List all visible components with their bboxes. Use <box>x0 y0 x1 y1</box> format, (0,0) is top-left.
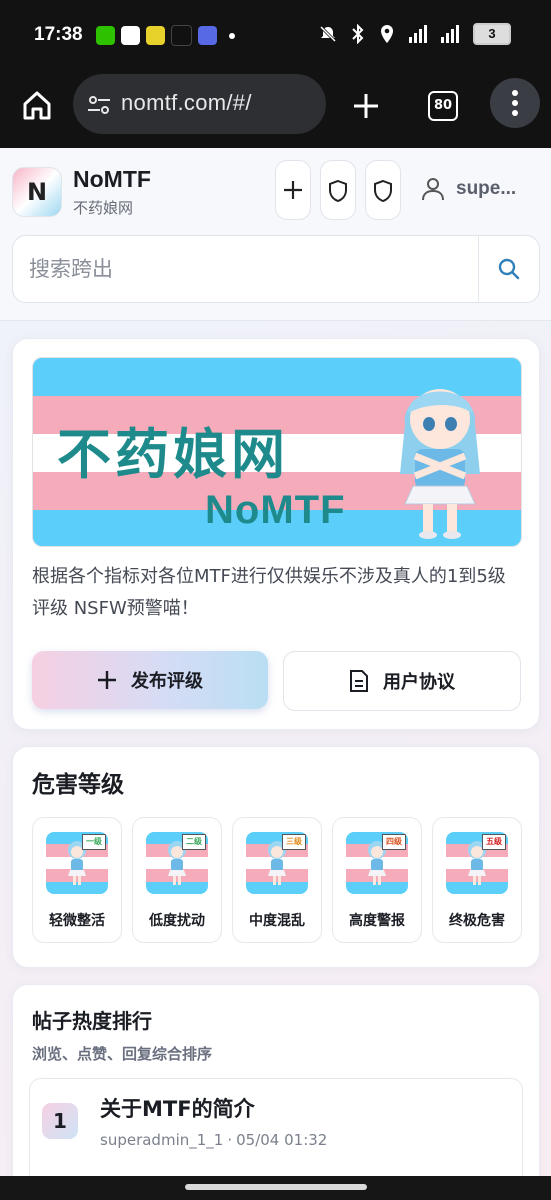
address-bar[interactable]: nomtf.com/#/ <box>73 74 326 134</box>
danger-level-thumbnail: 二级 <box>146 832 208 894</box>
home-gesture-handle[interactable] <box>185 1184 367 1190</box>
danger-level-title: 危害等级 <box>32 772 124 798</box>
hot-ranking-subtitle: 浏览、点赞、回复综合排序 <box>32 1045 213 1063</box>
clock: 17:38 <box>34 24 83 45</box>
level-sign: 四级 <box>382 834 406 850</box>
post-author[interactable]: superadmin_1_1 <box>100 1131 223 1149</box>
plus-icon <box>284 181 302 199</box>
level-sign: 二级 <box>182 834 206 850</box>
tieba-icon <box>198 26 217 45</box>
banner-subtitle: NoMTF <box>205 488 346 532</box>
user-icon <box>422 178 444 201</box>
mascot-illustration <box>400 389 480 539</box>
moderation-button[interactable] <box>320 160 356 220</box>
tab-switcher-button[interactable]: 80 <box>428 91 458 121</box>
danger-level-list: 一级 轻微整活 二级 低度扰动 三级 中度混乱 四级 高度警报 五级 终极危害 <box>32 817 522 943</box>
url-text[interactable]: nomtf.com/#/ <box>121 90 252 116</box>
danger-level-label: 轻微整活 <box>49 913 105 929</box>
new-tab-button[interactable] <box>348 88 384 124</box>
create-post-button[interactable] <box>275 160 311 220</box>
danger-level-label: 高度警报 <box>349 913 405 929</box>
hot-ranking-card: 帖子热度排行 浏览、点赞、回复综合排序 1 关于MTF的简介 superadmi… <box>12 984 540 1176</box>
ranking-list-item[interactable]: 1 关于MTF的简介 superadmin_1_1 · 05/04 01:32 <box>29 1078 523 1176</box>
system-status-icons: 3 <box>319 23 511 45</box>
document-icon <box>350 670 368 692</box>
danger-level-thumbnail: 一级 <box>46 832 108 894</box>
danger-level-card: 危害等级 一级 轻微整活 二级 低度扰动 三级 中度混乱 四级 高度警报 五级 终极危害 <box>12 746 540 968</box>
rank-badge: 1 <box>42 1103 78 1139</box>
level-sign: 三级 <box>282 834 306 850</box>
search-icon <box>498 258 520 280</box>
user-menu[interactable]: supe... <box>420 176 516 202</box>
site-header: N NoMTF 不药娘网 supe... <box>0 148 551 321</box>
level-sign: 一级 <box>82 834 106 850</box>
danger-level-item[interactable]: 四级高度警报 <box>332 817 422 943</box>
level-sign: 五级 <box>482 834 506 850</box>
site-subtitle: 不药娘网 <box>73 199 134 217</box>
signal-icon-2 <box>441 25 459 43</box>
location-icon <box>381 25 393 43</box>
danger-level-thumbnail: 五级 <box>446 832 508 894</box>
site-settings-icon[interactable] <box>87 94 111 116</box>
danger-level-label: 终极危害 <box>449 913 505 929</box>
status-bar: 17:38 3 <box>0 0 551 66</box>
banner-title: 不药娘网 <box>57 423 289 486</box>
publish-rating-label: 发布评级 <box>131 671 203 692</box>
gesture-navigation-bar <box>0 1176 551 1200</box>
danger-level-thumbnail: 三级 <box>246 832 308 894</box>
site-description: 根据各个指标对各位MTF进行仅供娱乐不涉及真人的1到5级评级 NSFW预警喵！ <box>32 566 506 619</box>
browser-menu-button[interactable] <box>490 78 540 128</box>
danger-level-label: 低度扰动 <box>149 913 205 929</box>
site-banner: 不药娘网 NoMTF <box>32 357 522 547</box>
username: supe... <box>456 178 517 199</box>
browser-toolbar: nomtf.com/#/ 80 <box>0 66 551 148</box>
tiktok-icon <box>171 25 192 46</box>
home-icon <box>23 91 51 120</box>
publish-rating-button[interactable]: 发布评级 <box>32 651 268 709</box>
mute-icon <box>319 25 337 43</box>
web-page: N NoMTF 不药娘网 supe... 搜索跨出 不药娘网 NoMTF 根据各… <box>0 148 551 1176</box>
post-time: 05/04 01:32 <box>236 1131 328 1149</box>
danger-level-item[interactable]: 一级轻微整活 <box>32 817 122 943</box>
signal-icon-1 <box>409 25 427 43</box>
game-icon <box>146 26 165 45</box>
post-meta: superadmin_1_1 · 05/04 01:32 <box>100 1131 328 1149</box>
qq-icon <box>121 26 140 45</box>
site-name: NoMTF <box>73 166 151 192</box>
user-agreement-label: 用户协议 <box>383 672 455 693</box>
plus-icon <box>354 94 378 118</box>
danger-level-item[interactable]: 三级中度混乱 <box>232 817 322 943</box>
site-logo[interactable]: N <box>12 167 62 217</box>
search-button[interactable] <box>478 236 539 302</box>
user-agreement-button[interactable]: 用户协议 <box>283 651 521 711</box>
brand[interactable]: NoMTF 不药娘网 <box>73 166 151 218</box>
danger-level-thumbnail: 四级 <box>346 832 408 894</box>
shield-icon <box>329 179 347 203</box>
shield-icon <box>374 179 392 203</box>
admin-button[interactable] <box>365 160 401 220</box>
battery-icon: 3 <box>473 23 511 45</box>
intro-card: 不药娘网 NoMTF 根据各个指标对各位MTF进行仅供娱乐不涉及真人的1到5级评… <box>12 338 540 730</box>
bluetooth-icon <box>352 24 364 44</box>
notification-icons <box>96 25 235 46</box>
home-button[interactable] <box>18 86 56 124</box>
plus-icon <box>98 671 116 689</box>
wechat-icon <box>96 26 115 45</box>
danger-level-item[interactable]: 二级低度扰动 <box>132 817 222 943</box>
hot-ranking-title: 帖子热度排行 <box>32 1009 152 1033</box>
more-notifications-dot <box>229 32 235 39</box>
post-title[interactable]: 关于MTF的简介 <box>100 1093 255 1123</box>
search-input[interactable] <box>27 248 471 290</box>
danger-level-item[interactable]: 五级终极危害 <box>432 817 522 943</box>
search-box <box>12 235 540 303</box>
danger-level-label: 中度混乱 <box>249 913 305 929</box>
